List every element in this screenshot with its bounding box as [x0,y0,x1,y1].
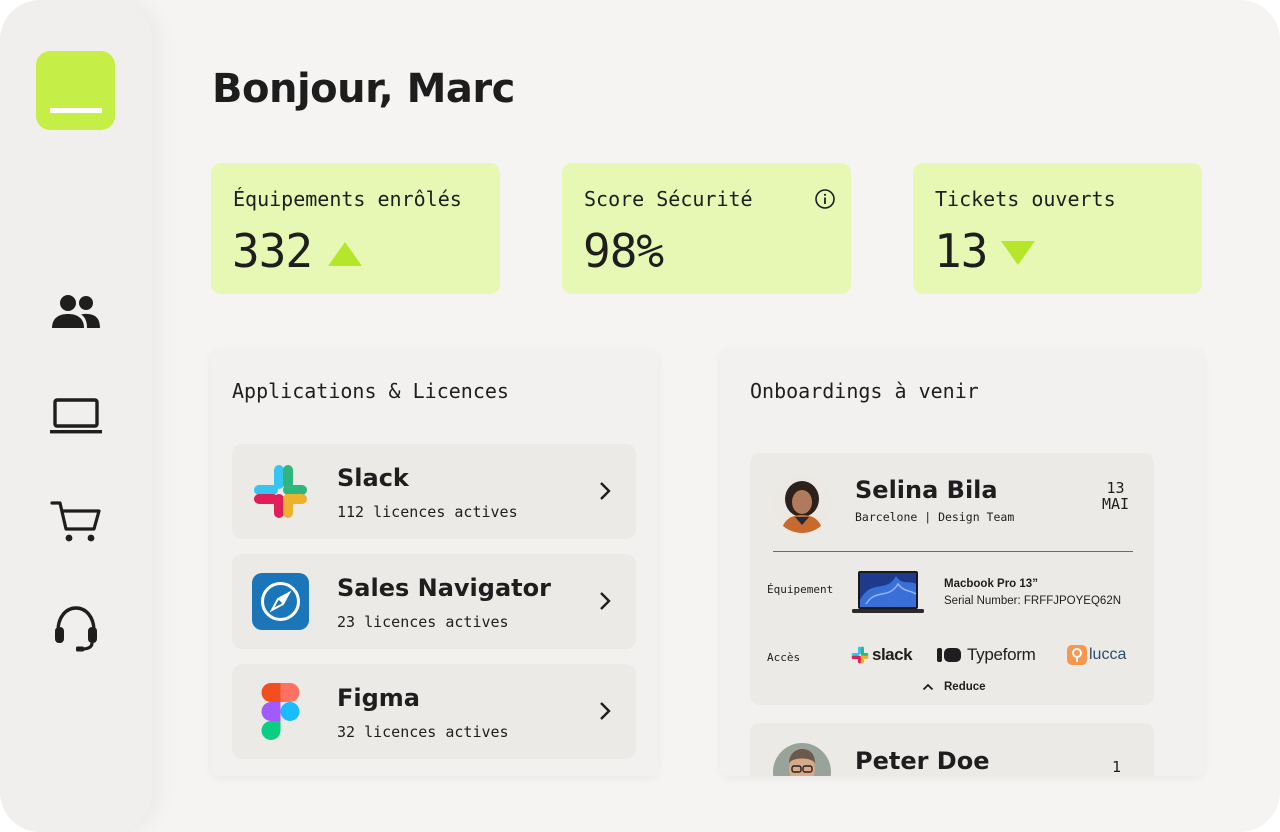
headset-icon [55,606,97,652]
access-name: Typeform [967,645,1036,664]
laptop-icon [50,398,102,434]
panel-title: Onboardings à venir [750,379,979,403]
access-name: lucca [1089,646,1127,663]
compass-logo-icon [252,573,309,630]
person-name: Peter Doe [855,747,990,775]
app-licences: 23 licences actives [337,613,509,631]
trend-down-icon [1001,241,1036,265]
chevron-right-icon [600,702,611,720]
reduce-label: Reduce [944,681,986,693]
apps-panel: Applications & Licences Slack 112 licenc… [211,350,658,776]
sidebar-item-users[interactable] [46,282,106,342]
stat-card-security[interactable]: Score Sécurité 98% [562,163,851,294]
onboarding-date: 13 MAI [1102,480,1129,512]
equipment-label: Équipement [767,583,834,596]
app-name: Sales Navigator [337,574,551,602]
reduce-button[interactable]: Reduce [922,681,986,693]
slack-logo-icon [851,646,869,664]
lucca-logo-icon [1067,645,1087,665]
stat-card-tickets[interactable]: Tickets ouverts 13 [913,163,1202,294]
access-name: slack [872,645,913,664]
info-icon[interactable] [814,188,836,210]
access-lucca: lucca [1067,645,1126,665]
users-icon [52,295,100,328]
divider [773,551,1133,552]
app-window: Bonjour, Marc Équipements enrôlés 332 Sc… [0,0,1280,832]
sidebar [0,0,152,832]
typeform-logo-icon [937,648,961,662]
app-licences: 32 licences actives [337,723,509,741]
app-row-figma[interactable]: Figma 32 licences actives [232,664,636,759]
stat-value: 13 [934,224,988,278]
onboarding-card-selina[interactable]: Selina Bila Barcelone | Design Team 13 M… [750,453,1154,705]
app-row-sales-navigator[interactable]: Sales Navigator 23 licences actives [232,554,636,649]
app-name: Figma [337,684,421,712]
access-slack: slack [851,645,913,665]
slack-logo-icon [254,465,307,518]
date-day: 13 [1106,479,1125,497]
access-label: Accès [767,651,801,664]
panel-title: Applications & Licences [232,379,509,403]
chevron-right-icon [600,482,611,500]
laptop-image-icon [852,571,924,613]
stat-value: 98% [583,224,664,278]
page-title: Bonjour, Marc [212,66,515,112]
stat-label: Équipements enrôlés [233,187,462,211]
app-licences: 112 licences actives [337,503,518,521]
sidebar-item-support[interactable] [46,598,106,658]
avatar [773,475,831,533]
sidebar-item-shop[interactable] [46,492,106,552]
equipment-name: Macbook Pro 13” [944,578,1038,590]
onboarding-panel: Onboardings à venir Selina Bila Barcelon… [720,350,1203,776]
logo[interactable] [36,51,115,130]
date-month: MAI [1102,495,1130,513]
app-name: Slack [337,464,409,492]
equipment-serial: Serial Number: FRFFJPOYEQ62N [944,595,1122,607]
onboarding-card-peter[interactable]: Peter Doe 1 [750,723,1154,776]
onboarding-date: 1 [1112,759,1121,775]
trend-up-icon [328,242,363,266]
stat-label: Score Sécurité [584,187,753,211]
chevron-right-icon [600,592,611,610]
access-typeform: Typeform [937,645,1036,665]
cart-icon [50,501,101,542]
stat-value: 332 [232,224,313,278]
person-location-team: Barcelone | Design Team [855,510,1015,524]
date-day: 1 [1112,758,1122,776]
stat-card-devices[interactable]: Équipements enrôlés 332 [211,163,500,294]
person-name: Selina Bila [855,476,998,504]
app-row-slack[interactable]: Slack 112 licences actives [232,444,636,539]
sidebar-item-devices[interactable] [46,386,106,446]
chevron-up-icon [922,683,934,691]
figma-logo-icon [261,683,300,740]
stat-label: Tickets ouverts [935,187,1116,211]
avatar [773,743,831,776]
